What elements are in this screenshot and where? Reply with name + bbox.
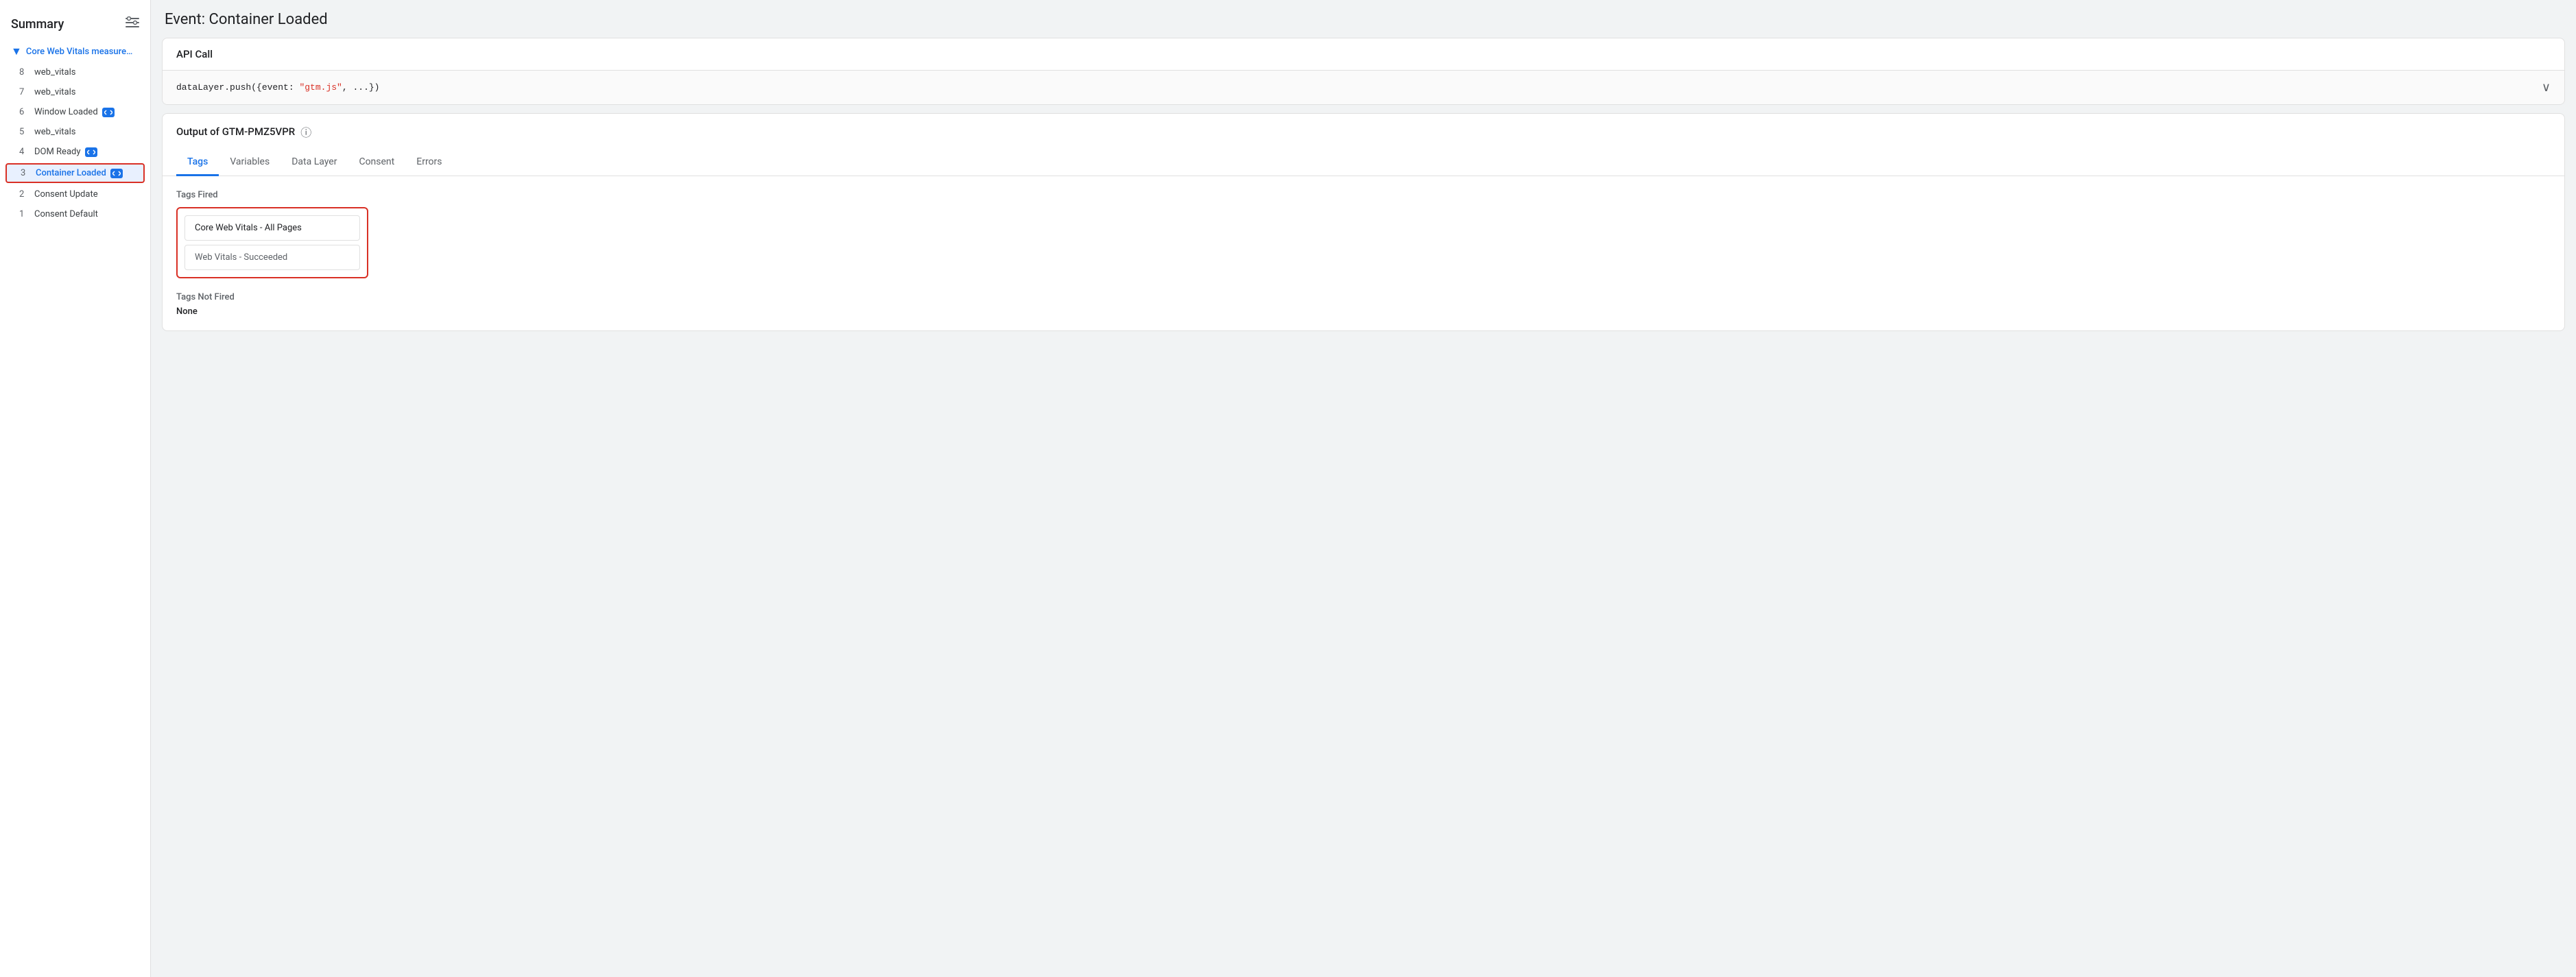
item-number: 6 bbox=[19, 107, 29, 117]
tab-consent[interactable]: Consent bbox=[348, 149, 405, 176]
section-name: Core Web Vitals measurem... bbox=[26, 47, 139, 57]
sidebar-item-web-vitals-5[interactable]: 5 web_vitals bbox=[0, 122, 150, 142]
event-title: Event: Container Loaded bbox=[162, 11, 2565, 28]
info-icon[interactable]: ⓘ bbox=[300, 123, 311, 140]
item-number: 3 bbox=[21, 168, 30, 178]
sidebar-section[interactable]: ▼ Core Web Vitals measurem... bbox=[0, 40, 150, 62]
summary-label: Summary bbox=[11, 17, 64, 32]
tag-item-web-vitals-succeeded[interactable]: Web Vitals - Succeeded bbox=[184, 245, 360, 270]
sidebar: Summary ▼ Core Web Vitals measurem... 8 … bbox=[0, 0, 151, 977]
code-suffix: , ...}) bbox=[342, 82, 380, 93]
api-call-body: dataLayer.push({event: "gtm.js", ...}) ∨ bbox=[163, 70, 2564, 104]
output-card: Output of GTM-PMZ5VPR ⓘ Tags Variables D… bbox=[162, 113, 2565, 331]
sidebar-item-dom-ready[interactable]: 4 DOM Ready bbox=[0, 142, 150, 162]
filter-icon[interactable] bbox=[126, 16, 139, 32]
code-string: "gtm.js" bbox=[299, 82, 342, 93]
api-call-code: dataLayer.push({event: "gtm.js", ...}) bbox=[176, 82, 379, 93]
output-header: Output of GTM-PMZ5VPR ⓘ bbox=[163, 114, 2564, 149]
api-call-header: API Call bbox=[163, 38, 2564, 70]
expand-icon[interactable]: ∨ bbox=[2542, 80, 2551, 95]
tags-fired-box: Core Web Vitals - All Pages Web Vitals -… bbox=[176, 207, 368, 278]
api-call-card: API Call dataLayer.push({event: "gtm.js"… bbox=[162, 38, 2565, 105]
item-label: Consent Default bbox=[34, 209, 98, 219]
item-label: Window Loaded bbox=[34, 107, 98, 117]
item-number: 2 bbox=[19, 189, 29, 200]
item-number: 7 bbox=[19, 87, 29, 97]
item-label: web_vitals bbox=[34, 67, 75, 77]
tags-not-fired-label: Tags Not Fired bbox=[176, 292, 2551, 302]
tab-content: Tags Fired Core Web Vitals - All Pages W… bbox=[163, 176, 2564, 330]
item-label: Consent Update bbox=[34, 189, 98, 200]
item-label: Container Loaded bbox=[36, 168, 106, 178]
item-number: 1 bbox=[19, 209, 29, 219]
sidebar-item-consent-update[interactable]: 2 Consent Update bbox=[0, 184, 150, 204]
output-title: Output of GTM-PMZ5VPR bbox=[176, 125, 295, 138]
tab-variables[interactable]: Variables bbox=[219, 149, 281, 176]
item-label: web_vitals bbox=[34, 127, 75, 137]
sidebar-item-web-vitals-8[interactable]: 8 web_vitals bbox=[0, 62, 150, 82]
chevron-down-icon: ▼ bbox=[11, 45, 22, 58]
item-number: 4 bbox=[19, 147, 29, 157]
code-prefix: dataLayer.push({event: bbox=[176, 82, 299, 93]
item-label: DOM Ready bbox=[34, 147, 81, 157]
tags-none-value: None bbox=[176, 306, 2551, 317]
tab-data-layer[interactable]: Data Layer bbox=[281, 149, 348, 176]
item-number: 5 bbox=[19, 127, 29, 137]
item-number: 8 bbox=[19, 67, 29, 77]
code-icon bbox=[110, 169, 123, 178]
sidebar-summary: Summary bbox=[0, 11, 150, 40]
sidebar-item-window-loaded[interactable]: 6 Window Loaded bbox=[0, 102, 150, 122]
tags-fired-label: Tags Fired bbox=[176, 190, 2551, 200]
code-icon bbox=[85, 147, 97, 157]
main-content: Event: Container Loaded API Call dataLay… bbox=[151, 0, 2576, 977]
sidebar-item-container-loaded[interactable]: 3 Container Loaded bbox=[5, 163, 145, 183]
tag-item-core-web-vitals[interactable]: Core Web Vitals - All Pages bbox=[184, 215, 360, 241]
sidebar-item-web-vitals-7[interactable]: 7 web_vitals bbox=[0, 82, 150, 102]
tab-tags[interactable]: Tags bbox=[176, 149, 219, 176]
item-label: web_vitals bbox=[34, 87, 75, 97]
code-icon bbox=[102, 108, 115, 117]
tab-errors[interactable]: Errors bbox=[405, 149, 453, 176]
sidebar-item-consent-default[interactable]: 1 Consent Default bbox=[0, 204, 150, 224]
tabs-bar: Tags Variables Data Layer Consent Errors bbox=[163, 149, 2564, 176]
